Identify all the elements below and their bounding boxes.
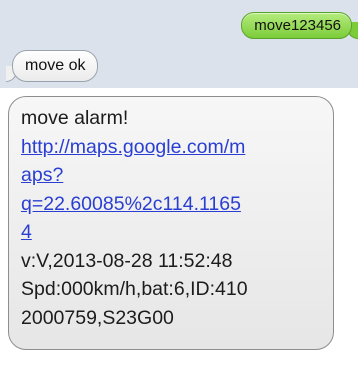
outgoing-message-text: move123456 [254, 17, 341, 34]
alarm-body-line-1: v:V,2013-08-28 11:52:48 [21, 249, 233, 272]
reply-message-text: move ok [25, 57, 86, 74]
map-link-line-3[interactable]: q=22.60085%2c114.1165 [21, 190, 323, 219]
outgoing-message-bubble[interactable]: move123456 [241, 12, 352, 39]
alarm-body-line-2: Spd:000km/h,bat:6,ID:410 [21, 278, 248, 300]
alarm-message-bubble[interactable]: move alarm! http://maps.google.com/m aps… [8, 96, 334, 350]
map-link-line-4[interactable]: 4 [21, 218, 323, 247]
map-link-line-1[interactable]: http://maps.google.com/m [21, 133, 323, 162]
alarm-body-line-3: 2000759,S23G00 [21, 306, 174, 329]
alarm-title: move alarm! [21, 107, 129, 129]
conversation-panel: move123456 move ok [0, 0, 358, 88]
reply-message-bubble[interactable]: move ok [12, 50, 99, 82]
map-link-line-2[interactable]: aps? [21, 161, 323, 190]
